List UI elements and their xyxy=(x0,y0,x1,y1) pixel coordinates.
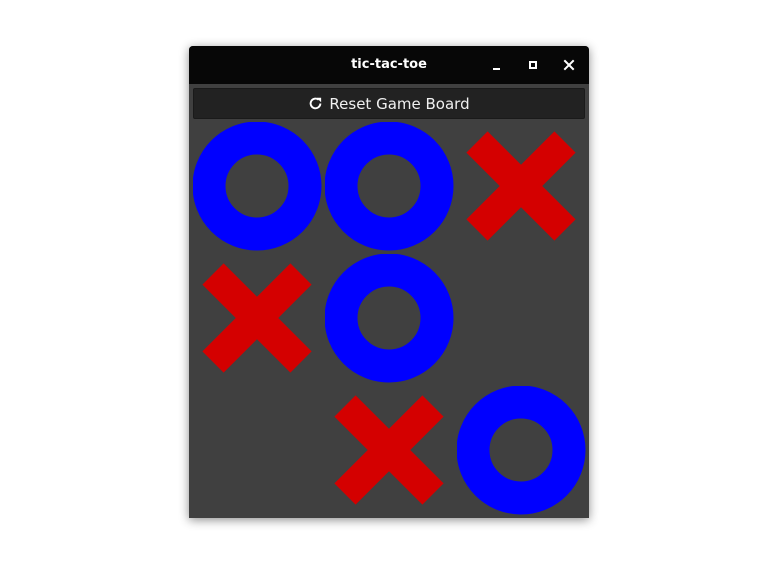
o-mark xyxy=(193,122,322,251)
title-bar[interactable]: tic-tac-toe xyxy=(189,46,589,84)
reset-game-button[interactable]: Reset Game Board xyxy=(193,88,585,119)
board-cell[interactable] xyxy=(193,122,325,254)
game-window: tic-tac-toe Reset Game Board xyxy=(189,46,589,518)
o-mark xyxy=(457,386,586,515)
board-cell[interactable] xyxy=(325,386,457,518)
board-cell[interactable] xyxy=(457,386,589,518)
board-cell[interactable] xyxy=(457,254,589,386)
x-mark xyxy=(334,395,444,505)
game-board xyxy=(193,122,589,518)
board-cell[interactable] xyxy=(457,122,589,254)
close-button[interactable] xyxy=(557,53,581,77)
reset-game-label: Reset Game Board xyxy=(329,94,470,113)
refresh-icon xyxy=(308,96,323,111)
maximize-icon xyxy=(521,53,545,77)
board-cell[interactable] xyxy=(193,386,325,518)
minimize-icon xyxy=(485,53,509,77)
o-mark xyxy=(325,122,454,251)
x-mark xyxy=(202,263,312,373)
board-cell[interactable] xyxy=(193,254,325,386)
o-mark xyxy=(325,254,454,383)
minimize-button[interactable] xyxy=(485,53,509,77)
board-cell[interactable] xyxy=(325,254,457,386)
x-mark xyxy=(466,131,576,241)
close-icon xyxy=(557,53,581,77)
board-cell[interactable] xyxy=(325,122,457,254)
maximize-button[interactable] xyxy=(521,53,545,77)
